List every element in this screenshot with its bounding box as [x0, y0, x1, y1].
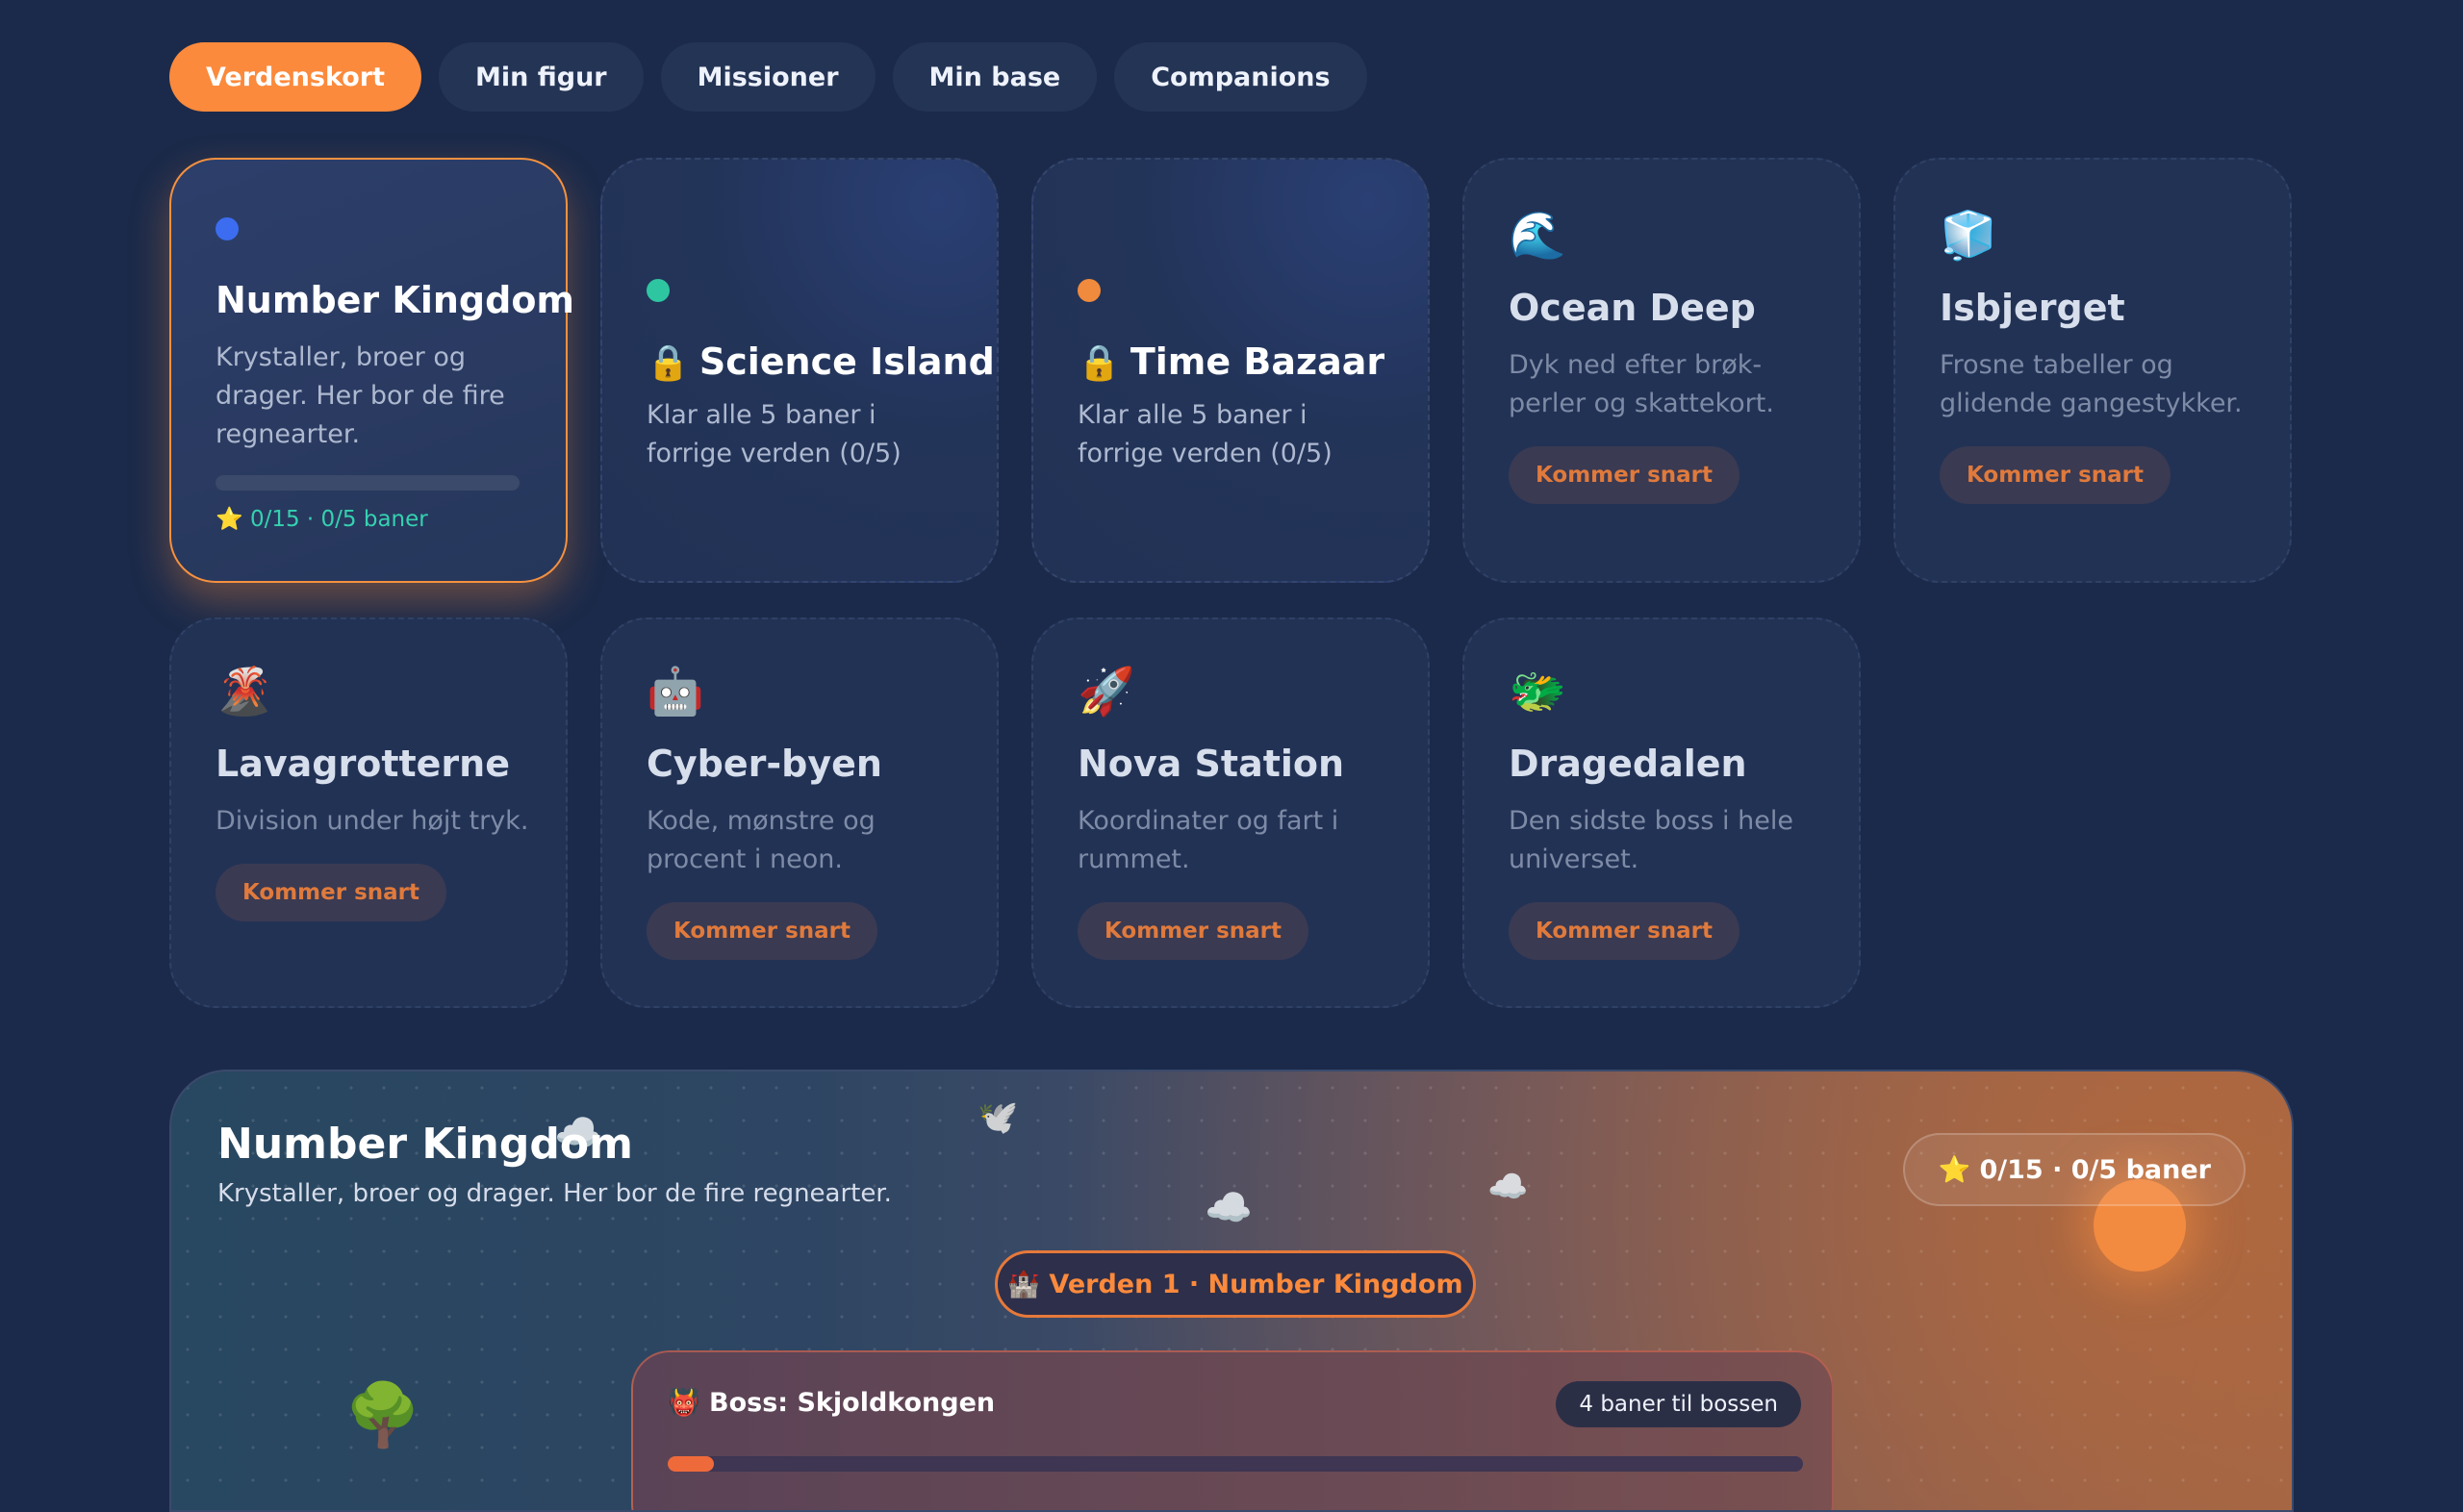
coming-soon-button[interactable]: Kommer snart	[647, 902, 878, 960]
world-card-dragedalen[interactable]: 🐲 Dragedalen Den sidste boss i hele univ…	[1462, 617, 1861, 1008]
ice-cube-icon: 🧊	[1940, 209, 1997, 263]
map-title: Number Kingdom	[217, 1120, 633, 1169]
tree-icon: 🌳	[344, 1380, 421, 1451]
map-subtitle: Krystaller, broer og drager. Her bor de …	[217, 1179, 892, 1208]
world-title: Dragedalen	[1509, 743, 1747, 785]
world-title-text: Science Island	[698, 340, 995, 383]
world-description: Kode, mønstre og procent i neon.	[647, 806, 876, 874]
nav-tabs: Verdenskort Min figur Missioner Min base…	[169, 42, 1367, 112]
dragon-icon: 🐲	[1509, 665, 1566, 718]
world-title: 🔒 Science Island	[647, 340, 995, 383]
world-map-panel: ☁️ 🕊️ ☁️ ☁️ 🌳 Number Kingdom Krystaller,…	[169, 1070, 2294, 1512]
world-dot	[647, 279, 670, 302]
world-description: Division under højt tryk.	[216, 806, 529, 836]
world-card-number-kingdom[interactable]: Number Kingdom Krystaller, broer og drag…	[169, 158, 574, 583]
world-card-ocean-deep[interactable]: 🌊 Ocean Deep Dyk ned efter brøk-perler o…	[1462, 158, 1861, 583]
world-card-time-bazaar[interactable]: 🔒 Time Bazaar Klar alle 5 baner i forrige…	[1031, 158, 1430, 583]
coming-soon-button[interactable]: Kommer snart	[1509, 446, 1740, 504]
world-title: Ocean Deep	[1509, 287, 1756, 329]
tab-missioner[interactable]: Missioner	[660, 42, 876, 112]
world-title: 🔒 Time Bazaar	[1078, 340, 1384, 383]
world-progress-label: ⭐ 0/15 · 0/5 baner	[216, 507, 428, 532]
wave-icon: 🌊	[1509, 209, 1566, 263]
world-title: Number Kingdom	[216, 279, 575, 321]
rocket-icon: 🚀	[1078, 665, 1135, 718]
world-description: Frosne tabeller og glidende gangestykker…	[1940, 350, 2243, 418]
coming-soon-button[interactable]: Kommer snart	[1078, 902, 1309, 960]
robot-icon: 🤖	[647, 665, 704, 718]
world-dot	[216, 217, 239, 240]
world-card-lavagrotterne[interactable]: 🌋 Lavagrotterne Division under højt tryk…	[169, 617, 568, 1008]
world-title: Isbjerget	[1940, 287, 2125, 329]
tab-min-figur[interactable]: Min figur	[438, 42, 644, 112]
world-dot	[1078, 279, 1101, 302]
cloud-icon: ☁️	[1487, 1168, 1529, 1206]
boss-progress-fill	[668, 1456, 714, 1472]
boss-count-badge: 4 baner til bossen	[1556, 1381, 1801, 1427]
bird-icon: 🕊️	[978, 1098, 1019, 1137]
world-title: Lavagrotterne	[216, 743, 510, 785]
world-description: Dyk ned efter brøk-perler og skattekort.	[1509, 350, 1774, 418]
coming-soon-button[interactable]: Kommer snart	[1940, 446, 2171, 504]
world-description: Klar alle 5 baner i forrige verden (0/5)	[647, 400, 901, 468]
boss-panel[interactable]: 👹 Boss: Skjoldkongen 4 baner til bossen	[631, 1350, 1834, 1510]
world-title-text: Time Bazaar	[1130, 340, 1385, 383]
world-progress-bar	[216, 475, 520, 491]
score-badge: ⭐ 0/15 · 0/5 baner	[1903, 1133, 2246, 1206]
world-description: Den sidste boss i hele universet.	[1509, 806, 1793, 874]
world-card-isbjerget[interactable]: 🧊 Isbjerget Frosne tabeller og glidende …	[1893, 158, 2292, 583]
world-description: Krystaller, broer og drager. Her bor de …	[216, 342, 505, 449]
coming-soon-button[interactable]: Kommer snart	[1509, 902, 1740, 960]
world-card-nova-station[interactable]: 🚀 Nova Station Koordinater og fart i rum…	[1031, 617, 1430, 1008]
world-description: Koordinater og fart i rummet.	[1078, 806, 1339, 874]
lock-icon: 🔒	[1078, 343, 1121, 383]
lock-icon: 🔒	[647, 343, 690, 383]
world-description: Klar alle 5 baner i forrige verden (0/5)	[1078, 400, 1333, 468]
volcano-icon: 🌋	[216, 665, 273, 718]
boss-title: 👹 Boss: Skjoldkongen	[668, 1388, 996, 1418]
tab-min-base[interactable]: Min base	[892, 42, 1098, 112]
world-title: Nova Station	[1078, 743, 1345, 785]
tab-companions[interactable]: Companions	[1114, 42, 1367, 112]
world-card-science-island[interactable]: 🔒 Science Island Klar alle 5 baner i forr…	[600, 158, 999, 583]
world-title: Cyber-byen	[647, 743, 882, 785]
coming-soon-button[interactable]: Kommer snart	[216, 864, 447, 921]
world-label-button[interactable]: 🏰 Verden 1 · Number Kingdom	[995, 1250, 1476, 1318]
boss-progress-bar	[668, 1456, 1803, 1472]
tab-verdenskort[interactable]: Verdenskort	[169, 42, 421, 112]
world-card-cyber-byen[interactable]: 🤖 Cyber-byen Kode, mønstre og procent i …	[600, 617, 999, 1008]
cloud-icon: ☁️	[1205, 1186, 1253, 1230]
